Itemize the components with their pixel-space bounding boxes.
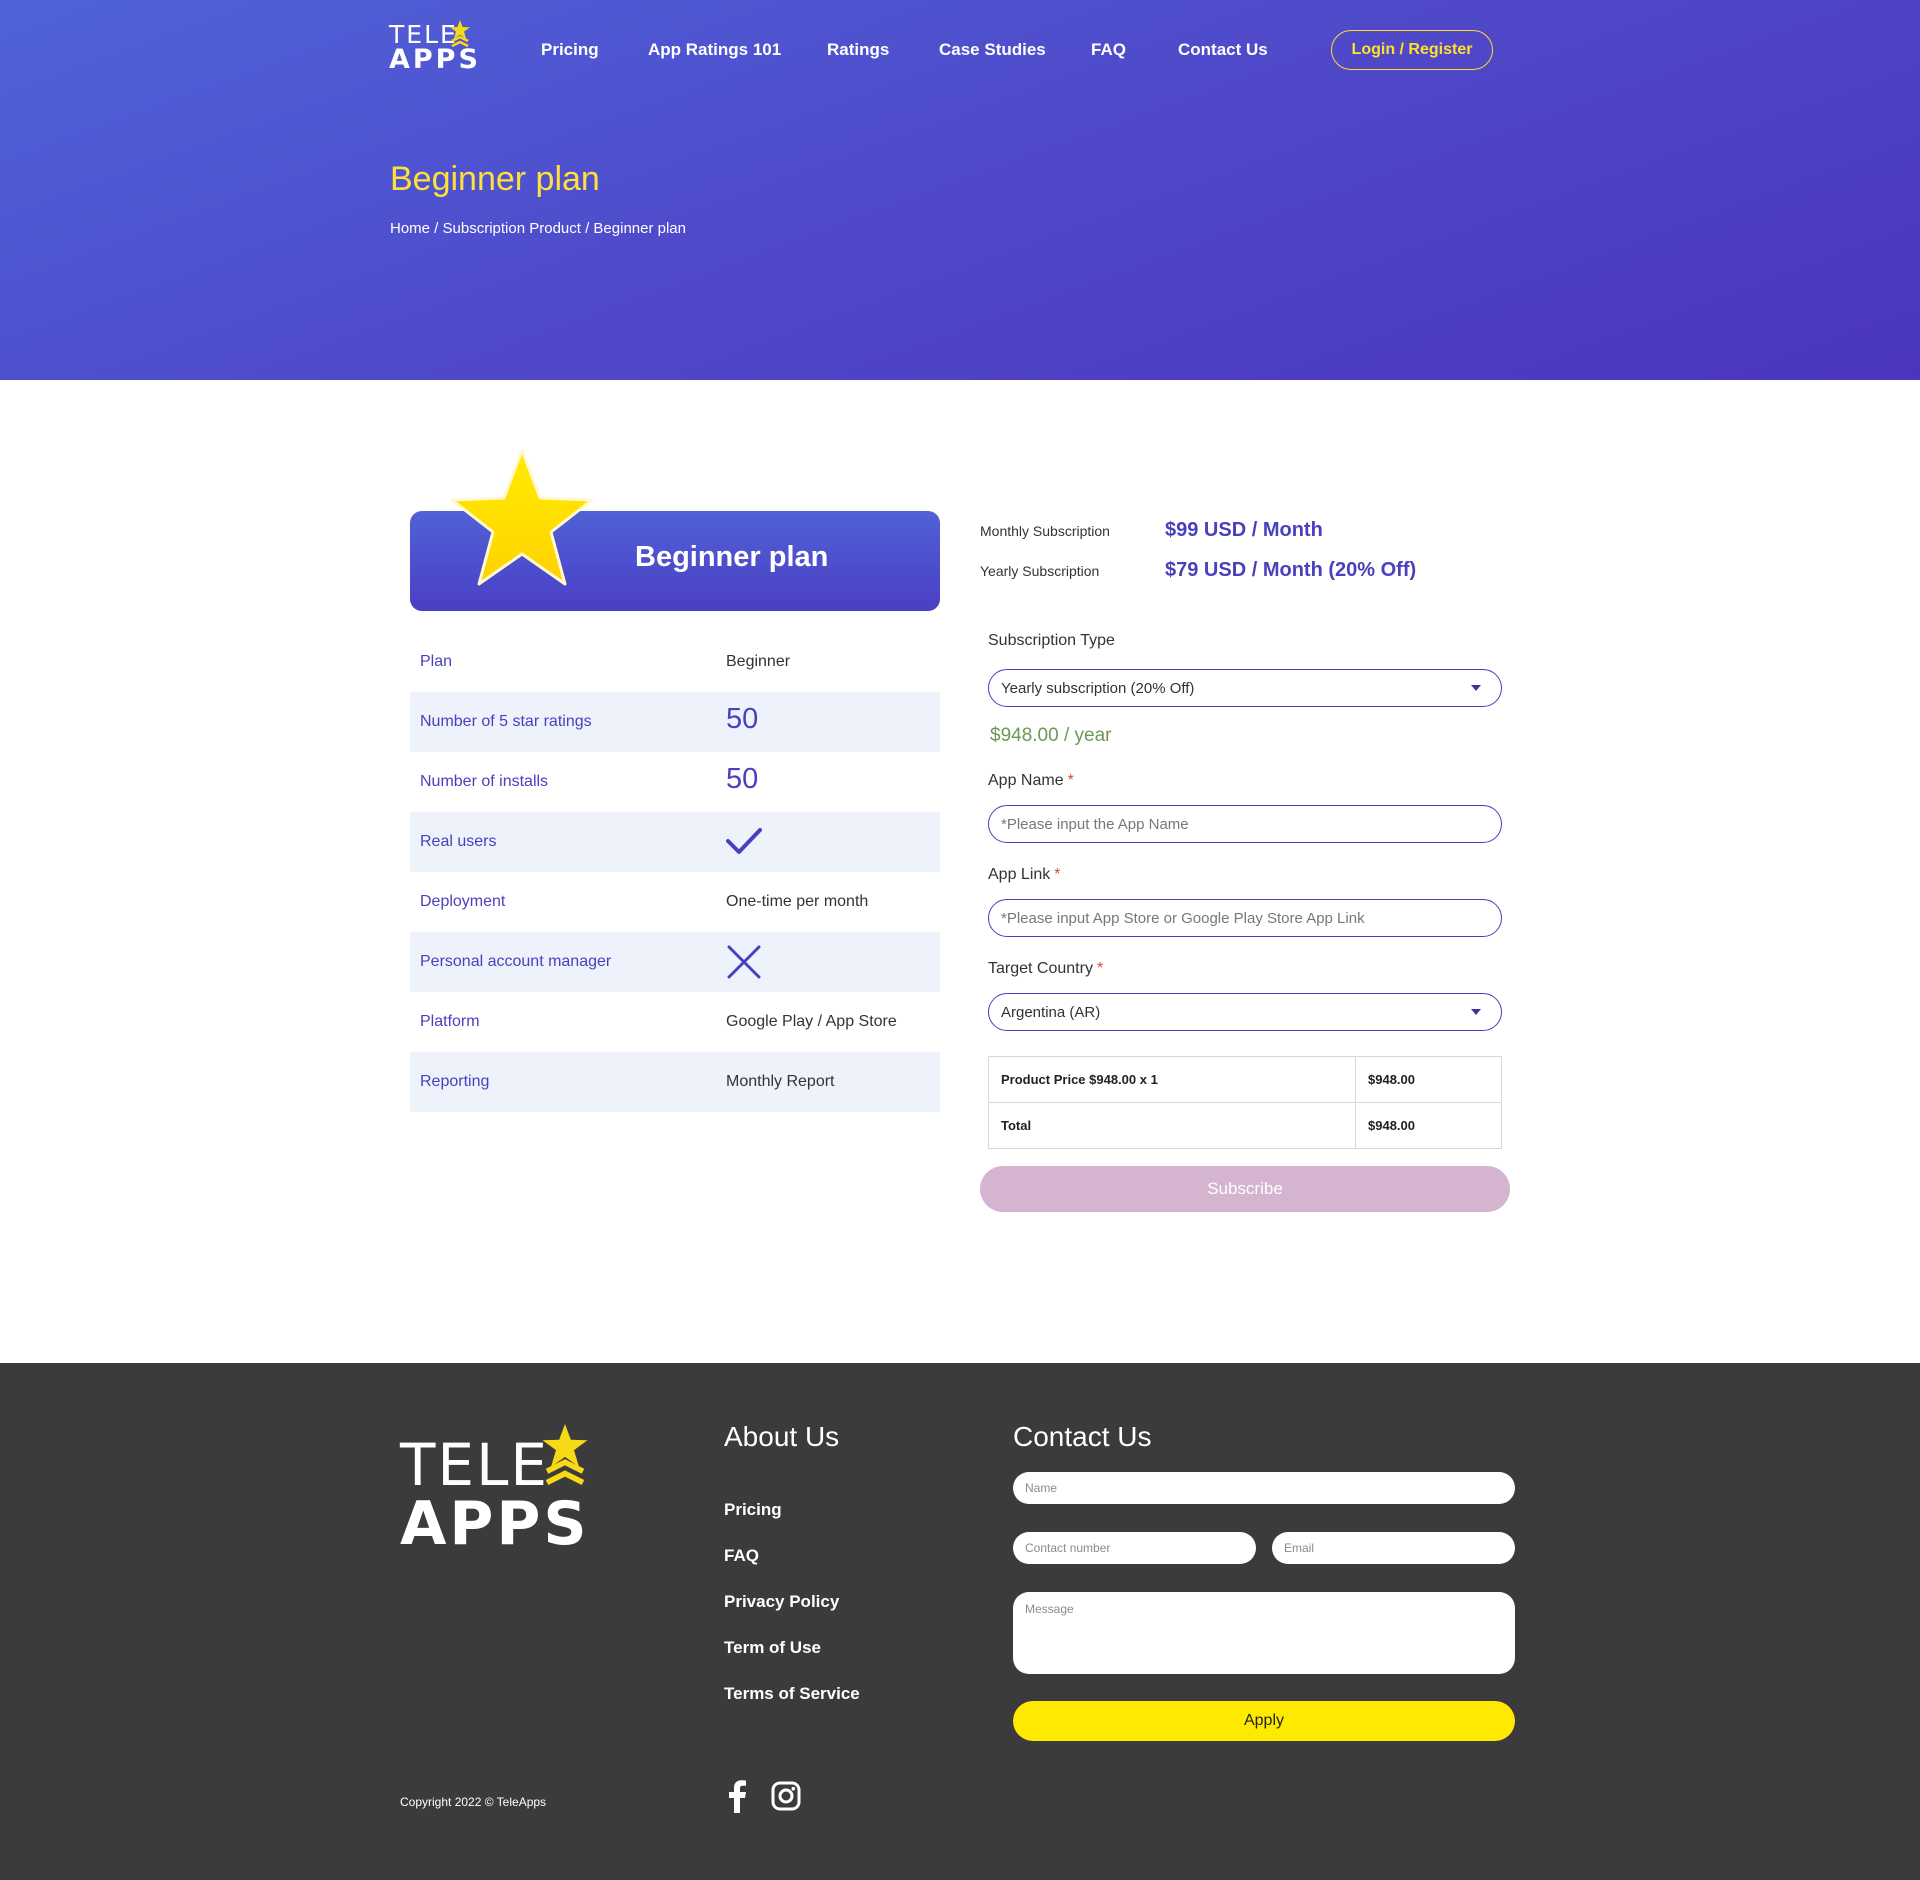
feature-label: Personal account manager: [420, 953, 612, 970]
logo-text-tele: TELE: [400, 1431, 550, 1499]
facebook-icon[interactable]: [722, 1778, 754, 1814]
footer-link-terms-of-service[interactable]: Terms of Service: [724, 1684, 860, 1704]
footer-teleapps-logo[interactable]: TELE APPS: [400, 1424, 590, 1554]
order-summary-table: Product Price $948.00 x 1 $948.00 Total …: [988, 1056, 1502, 1149]
subscription-type-label: Subscription Type: [988, 632, 1115, 650]
app-link-label-text: App Link: [988, 866, 1051, 883]
copyright-text: Copyright 2022 © TeleApps: [400, 1795, 547, 1809]
feature-label: Deployment: [420, 893, 506, 910]
target-country-select[interactable]: Argentina (AR): [988, 993, 1502, 1031]
contact-number-input[interactable]: [1013, 1532, 1256, 1564]
star-icon: [450, 448, 594, 586]
plan-features-table: Plan Beginner Number of 5 star ratings 5…: [410, 632, 940, 1112]
nav-app-ratings-101[interactable]: App Ratings 101: [648, 40, 781, 60]
footer: [0, 1363, 1920, 1880]
nav-contact-us[interactable]: Contact Us: [1178, 40, 1268, 60]
monthly-subscription-price: $99 USD / Month: [1165, 519, 1323, 541]
feature-label: Plan: [420, 653, 453, 670]
app-name-label-text: App Name: [988, 772, 1064, 789]
feature-label: Platform: [420, 1013, 480, 1030]
feature-label: Real users: [420, 833, 497, 850]
chevron-down-icon: [1471, 1009, 1481, 1015]
page-title: Beginner plan: [390, 160, 600, 198]
nav-ratings[interactable]: Ratings: [827, 40, 889, 60]
table-row: Product Price $948.00 x 1 $948.00: [988, 1056, 1502, 1103]
summary-label: Total: [988, 1102, 1356, 1149]
feature-row-deployment: Deployment One-time per month: [410, 872, 940, 932]
plan-banner-title: Beginner plan: [635, 541, 829, 573]
feature-row-installs: Number of installs 50: [410, 752, 940, 812]
footer-link-pricing[interactable]: Pricing: [724, 1500, 782, 1520]
feature-label: Number of installs: [420, 773, 549, 790]
logo-star-icon: [450, 20, 470, 48]
feature-row-reporting: Reporting Monthly Report: [410, 1052, 940, 1112]
subscribe-button[interactable]: Subscribe: [980, 1166, 1510, 1212]
required-marker: *: [1067, 772, 1074, 789]
table-row: Total $948.00: [988, 1102, 1502, 1149]
required-marker: *: [1096, 960, 1104, 977]
login-register-button[interactable]: Login / Register: [1331, 30, 1493, 70]
contact-us-heading: Contact Us: [1013, 1421, 1152, 1452]
feature-label: Reporting: [420, 1073, 490, 1090]
cross-icon: [727, 945, 761, 979]
yearly-subscription-label: Yearly Subscription: [980, 563, 1100, 579]
contact-email-input[interactable]: [1272, 1532, 1515, 1564]
feature-value: Monthly Report: [726, 1073, 835, 1090]
app-link-label: App Link *: [988, 866, 1061, 884]
footer-link-term-of-use[interactable]: Term of Use: [724, 1638, 821, 1658]
monthly-subscription-label: Monthly Subscription: [980, 523, 1110, 539]
hero-banner: TELE APPS Pricing App Ratings 101 Rating…: [0, 0, 1920, 380]
nav-pricing[interactable]: Pricing: [541, 40, 599, 60]
contact-message-textarea[interactable]: [1013, 1592, 1515, 1674]
feature-value: One-time per month: [726, 893, 869, 910]
feature-label: Number of 5 star ratings: [420, 713, 592, 730]
target-country-value: Argentina (AR): [1001, 1003, 1101, 1021]
app-name-input[interactable]: [988, 805, 1502, 843]
nav-faq[interactable]: FAQ: [1091, 40, 1126, 60]
target-country-label: Target Country *: [988, 960, 1103, 978]
contact-name-input[interactable]: [1013, 1472, 1515, 1504]
apply-button[interactable]: Apply: [1013, 1701, 1515, 1741]
logo-text-apps: APPS: [400, 1489, 590, 1559]
subscription-type-value: Yearly subscription (20% Off): [1001, 679, 1195, 697]
footer-link-privacy-policy[interactable]: Privacy Policy: [724, 1592, 839, 1612]
teleapps-logo[interactable]: TELE APPS: [389, 18, 478, 74]
target-country-label-text: Target Country: [988, 960, 1093, 977]
subscription-type-label-text: Subscription Type: [988, 632, 1115, 649]
summary-label: Product Price $948.00 x 1: [988, 1056, 1356, 1103]
yearly-total-price: $948.00 / year: [990, 725, 1112, 746]
feature-row-platform: Platform Google Play / App Store: [410, 992, 940, 1052]
footer-link-faq[interactable]: FAQ: [724, 1546, 759, 1566]
chevron-down-icon: [1471, 685, 1481, 691]
feature-row-five-star-ratings: Number of 5 star ratings 50: [410, 692, 940, 752]
instagram-icon[interactable]: [770, 1778, 802, 1814]
app-link-input[interactable]: [988, 899, 1502, 937]
feature-value: Google Play / App Store: [726, 1013, 897, 1030]
nav-case-studies[interactable]: Case Studies: [939, 40, 1046, 60]
about-us-heading: About Us: [724, 1421, 840, 1452]
logo-star-icon: [542, 1424, 588, 1486]
feature-value: Beginner: [726, 653, 791, 670]
check-icon: [726, 828, 762, 854]
feature-value: 50: [726, 763, 759, 795]
feature-row-account-manager: Personal account manager: [410, 932, 940, 992]
subscription-type-select[interactable]: Yearly subscription (20% Off): [988, 669, 1502, 707]
summary-amount: $948.00: [1355, 1102, 1502, 1149]
summary-amount: $948.00: [1355, 1056, 1502, 1103]
yearly-subscription-price: $79 USD / Month (20% Off): [1165, 559, 1417, 581]
feature-row-plan: Plan Beginner: [410, 632, 940, 692]
required-marker: *: [1054, 866, 1061, 883]
feature-row-real-users: Real users: [410, 812, 940, 872]
app-name-label: App Name *: [988, 772, 1074, 790]
breadcrumb: Home / Subscription Product / Beginner p…: [390, 220, 686, 237]
feature-value: 50: [726, 703, 759, 735]
